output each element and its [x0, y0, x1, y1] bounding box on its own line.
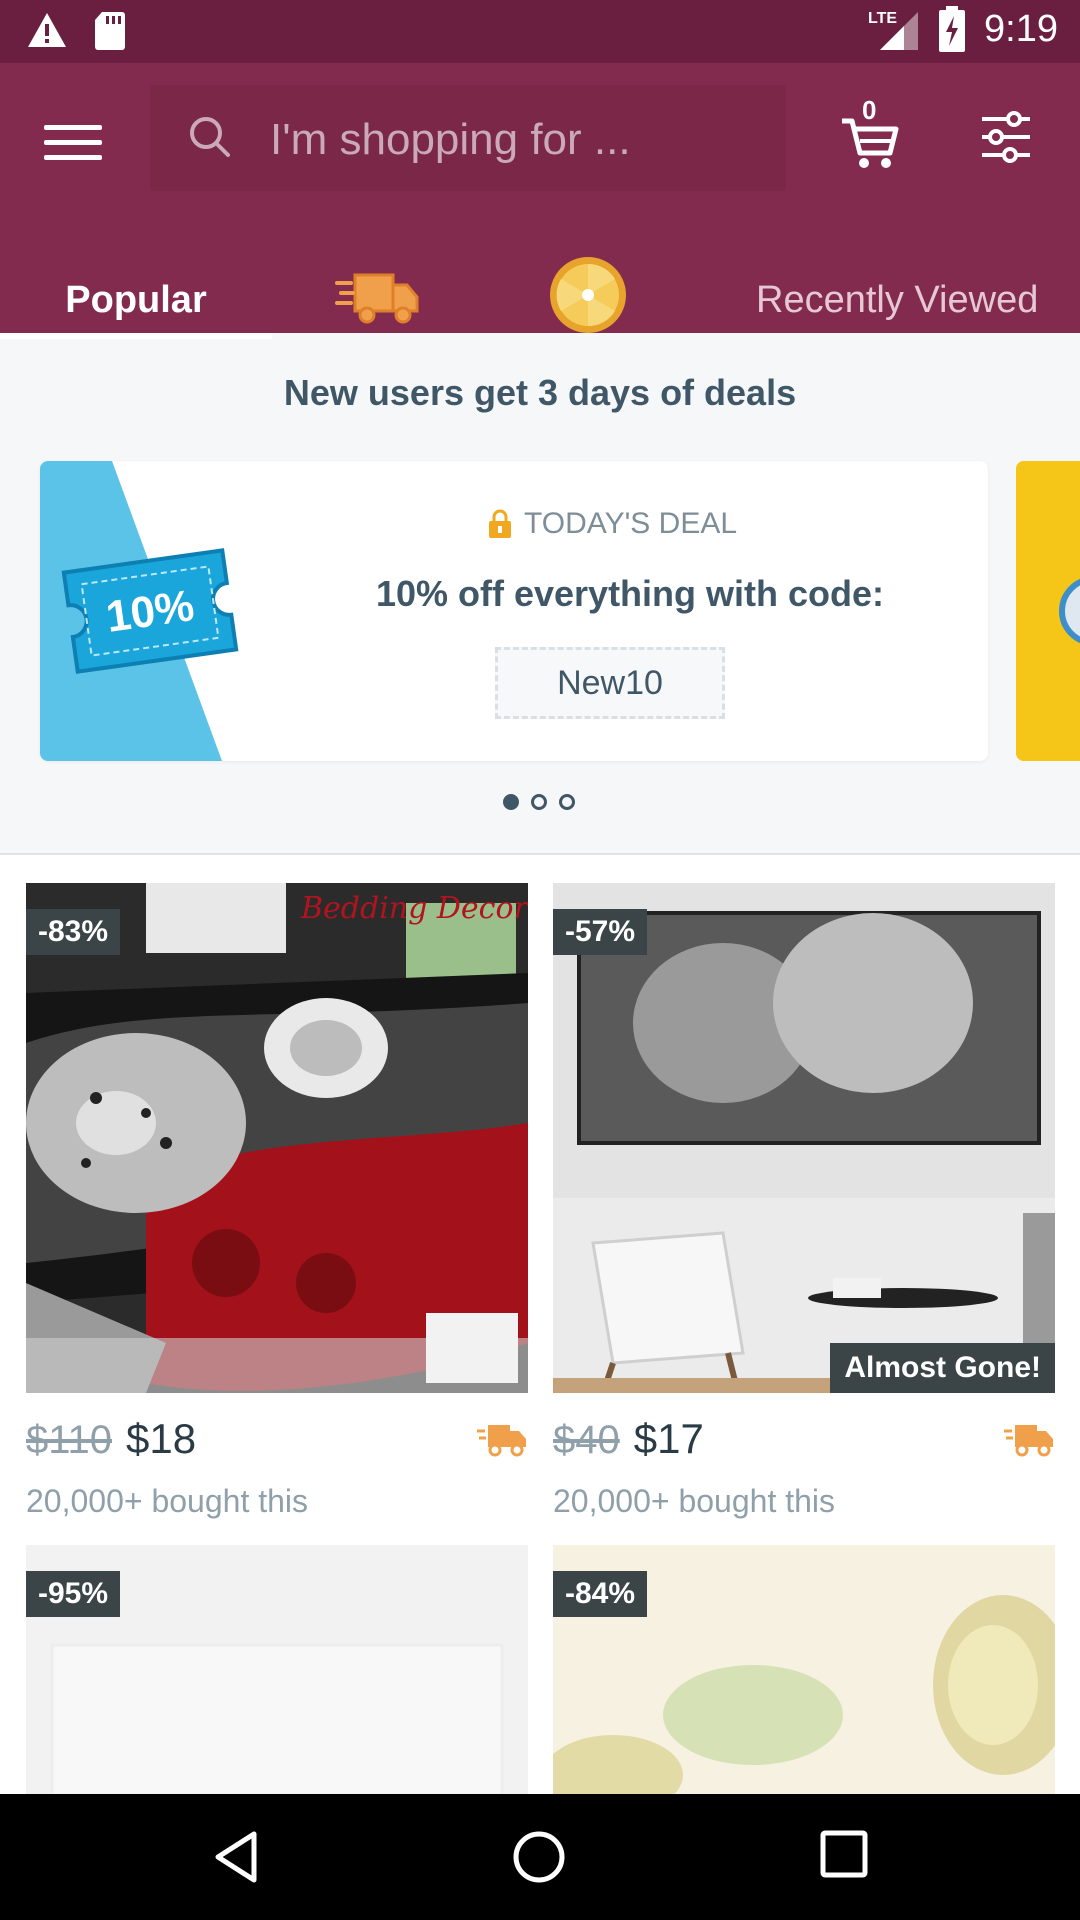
- filter-button[interactable]: [980, 111, 1032, 163]
- price-row: $110 $18: [26, 1415, 196, 1463]
- price-row: $40 $17: [553, 1415, 704, 1463]
- sale-price: $18: [126, 1415, 197, 1462]
- system-navigation-bar: [0, 1794, 1080, 1920]
- discount-badge: -84%: [553, 1571, 648, 1617]
- menu-button[interactable]: [44, 113, 102, 171]
- product-image-watermark: Bedding Decor: [301, 891, 528, 926]
- delivery-truck-icon: [335, 273, 419, 324]
- product-card[interactable]: -84%: [553, 1545, 1055, 1795]
- deal-label: TODAY'S DEAL: [488, 507, 737, 541]
- original-price: $110: [26, 1418, 113, 1462]
- tab-popular[interactable]: Popular: [0, 263, 272, 339]
- warning-icon: [28, 13, 66, 47]
- cart-count-badge: 0: [862, 95, 877, 125]
- deals-title: New users get 3 days of deals: [283, 372, 797, 413]
- discount-badge: -83%: [26, 909, 121, 955]
- product-image: Bedding Decor -83%: [26, 883, 528, 1393]
- sold-count: 20,000+ bought this: [553, 1483, 836, 1519]
- original-price: $40: [553, 1418, 620, 1462]
- search-icon: [190, 117, 230, 157]
- cart-button[interactable]: 0: [840, 95, 900, 171]
- product-image: -57% Almost Gone!: [553, 883, 1055, 1393]
- pager-dot[interactable]: [503, 794, 519, 810]
- sd-card-icon: [95, 12, 125, 50]
- fast-shipping-icon: [1004, 1425, 1053, 1457]
- active-tab-indicator: [0, 333, 272, 339]
- lock-icon: [489, 509, 511, 538]
- search-bar[interactable]: [150, 85, 786, 191]
- deal-headline: 10% off everything with code:: [375, 573, 885, 614]
- hamburger-line: [44, 154, 102, 160]
- tab-daily-wheel[interactable]: [548, 255, 628, 333]
- deal-label-text: TODAY'S DEAL: [524, 507, 738, 540]
- clock: 9:19: [984, 7, 1058, 50]
- search-input[interactable]: [270, 113, 760, 167]
- tab-recently-viewed[interactable]: Recently Viewed: [756, 263, 1080, 333]
- fast-shipping-icon: [477, 1425, 526, 1457]
- product-image: -84%: [553, 1545, 1055, 1795]
- status-bar: LTE 9:19: [0, 0, 1080, 63]
- sold-count: 20,000+ bought this: [26, 1483, 309, 1519]
- carousel-pager: [503, 794, 575, 810]
- hamburger-line: [44, 124, 102, 130]
- hamburger-line: [44, 139, 102, 145]
- product-card[interactable]: -57% Almost Gone! $40 $17 20,000+ bought…: [553, 883, 1055, 1519]
- deal-card[interactable]: 10% TODAY'S DEAL 10% off everything with…: [40, 461, 988, 761]
- product-card[interactable]: -95%: [26, 1545, 528, 1795]
- app-bar: 0 Popular: [0, 63, 1080, 339]
- ticket-banner: 10%: [40, 461, 239, 761]
- back-icon[interactable]: [212, 1830, 260, 1884]
- almost-gone-tag: Almost Gone!: [830, 1343, 1055, 1393]
- pager-dot[interactable]: [559, 794, 575, 810]
- discount-badge: -95%: [26, 1571, 121, 1617]
- tab-popular-label: Popular: [65, 279, 207, 321]
- category-tabs: Popular Recently Viewed: [0, 257, 1080, 339]
- next-deal-card-peek[interactable]: [1016, 461, 1080, 761]
- home-icon[interactable]: [512, 1830, 566, 1884]
- product-grid: Bedding Decor -83% $110 $18 20,000+ boug…: [0, 855, 1080, 1795]
- next-card-clock-graphic: [1016, 461, 1080, 761]
- tab-fast-shipping[interactable]: [335, 267, 425, 337]
- spin-wheel-icon: [550, 257, 626, 333]
- tab-recently-viewed-label: Recently Viewed: [756, 279, 1039, 321]
- discount-badge: -57%: [553, 909, 648, 955]
- signal-icon: LTE: [868, 6, 920, 52]
- battery-charging-icon: [939, 6, 966, 52]
- promo-code[interactable]: New10: [495, 647, 725, 719]
- pager-dot[interactable]: [531, 794, 547, 810]
- recents-icon[interactable]: [820, 1830, 868, 1878]
- sliders-icon: [982, 111, 1030, 163]
- sale-price: $17: [633, 1415, 704, 1462]
- product-card[interactable]: Bedding Decor -83% $110 $18 20,000+ boug…: [26, 883, 528, 1519]
- product-image: -95%: [26, 1545, 528, 1795]
